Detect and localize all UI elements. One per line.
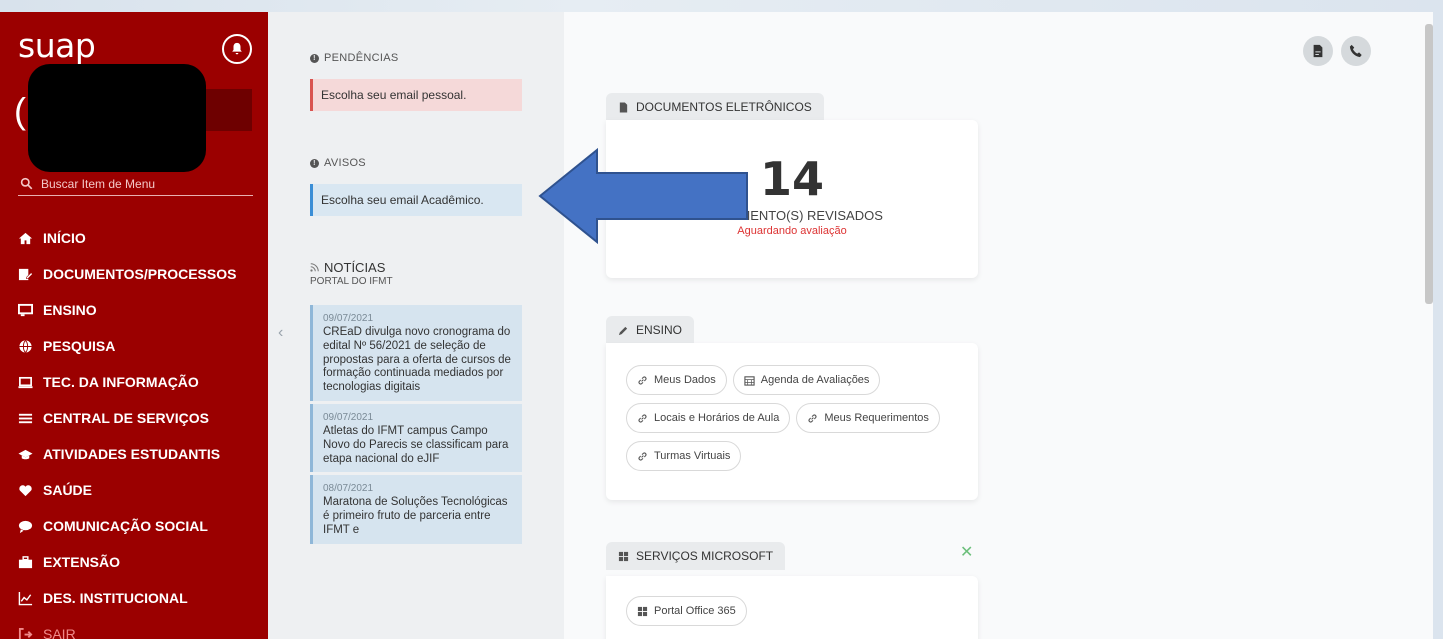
sidebar-item-comunicacao-social[interactable]: COMUNICAÇÃO SOCIAL (0, 508, 268, 544)
collapse-sidebar-chevron-icon[interactable]: ‹ (278, 324, 283, 342)
ensino-links: Meus Dados Agenda de Avaliações Locais e… (626, 365, 966, 471)
locais-horarios-link[interactable]: Locais e Horários de Aula (626, 403, 791, 433)
exclamation-icon: ! (310, 53, 319, 63)
sidebar-item-atividades-estudantis[interactable]: ATIVIDADES ESTUDANTIS (0, 436, 268, 472)
sign-out-icon (18, 627, 33, 639)
avisos-heading: ! AVISOS (310, 157, 366, 169)
notifications-bell-icon[interactable] (222, 34, 252, 64)
noticias-subtitle: PORTAL DO IFMT (310, 276, 393, 287)
close-icon[interactable]: ✕ (960, 542, 973, 562)
scrollbar[interactable] (1425, 24, 1433, 304)
laptop-icon (18, 375, 33, 390)
agenda-avaliacoes-link[interactable]: Agenda de Avaliações (732, 365, 881, 395)
sidebar-item-extensao[interactable]: EXTENSÃO (0, 544, 268, 580)
turmas-virtuais-link[interactable]: Turmas Virtuais (626, 441, 742, 471)
sidebar-item-inicio[interactable]: INÍCIO (0, 220, 268, 256)
news-title: CREaD divulga novo cronograma do edital … (323, 326, 511, 394)
news-list: 09/07/2021 CREaD divulga novo cronograma… (310, 305, 522, 547)
menu-search (18, 172, 253, 196)
sidebar-item-label: CENTRAL DE SERVIÇOS (43, 410, 209, 426)
sidebar-item-label: SAIR (43, 626, 76, 639)
sidebar-item-tec-informacao[interactable]: TEC. DA INFORMAÇÃO (0, 364, 268, 400)
tab-ensino: ENSINO (606, 316, 695, 344)
phone-icon[interactable] (1341, 36, 1371, 66)
search-icon (20, 177, 33, 190)
chalkboard-icon (18, 303, 33, 318)
link-icon (638, 451, 647, 461)
microsoft-card: Portal Office 365 (606, 576, 978, 639)
pendencias-heading: ! PENDÊNCIAS (310, 52, 399, 64)
aviso-item[interactable]: Escolha seu email Acadêmico. (310, 184, 522, 216)
search-input[interactable] (41, 176, 241, 191)
sidebar-item-label: PESQUISA (43, 338, 116, 354)
link-icon (638, 413, 647, 423)
document-icon (619, 101, 628, 113)
portal-office-link[interactable]: Portal Office 365 (626, 596, 747, 626)
news-title: Atletas do IFMT campus Campo Novo do Par… (323, 424, 509, 465)
windows-icon (637, 606, 648, 616)
home-icon (18, 231, 33, 246)
top-actions (1303, 36, 1371, 66)
edit-document-icon (18, 267, 33, 282)
sidebar-item-pesquisa[interactable]: PESQUISA (0, 328, 268, 364)
graduation-cap-icon (18, 447, 33, 462)
rss-icon (310, 263, 319, 272)
brand-logo[interactable]: suap (18, 26, 96, 65)
sidebar-item-ensino[interactable]: ENSINO (0, 292, 268, 328)
sidebar-item-documentos[interactable]: DOCUMENTOS/PROCESSOS (0, 256, 268, 292)
noticias-heading: NOTÍCIAS PORTAL DO IFMT (310, 260, 393, 287)
news-date: 09/07/2021 (323, 313, 374, 324)
link-icon (638, 375, 647, 385)
sidebar-item-saude[interactable]: SAÚDE (0, 472, 268, 508)
news-item[interactable]: 09/07/2021 CREaD divulga novo cronograma… (310, 305, 522, 401)
exclamation-icon: ! (310, 158, 319, 168)
sidebar-item-label: ENSINO (43, 302, 97, 318)
news-date: 09/07/2021 (323, 411, 374, 423)
sidebar-item-label: DES. INSTITUCIONAL (43, 590, 188, 606)
tab-documentos-eletronicos: DOCUMENTOS ELETRÔNICOS (606, 93, 824, 121)
pencil-icon (618, 326, 628, 335)
sidebar: suap ( INÍCIO DOCUMENTOS/PROCESSOS ENSIN… (0, 12, 268, 639)
user-info-box[interactable] (205, 89, 252, 131)
sidebar-item-label: COMUNICAÇÃO SOCIAL (43, 518, 208, 534)
link-icon (808, 413, 817, 423)
sidebar-item-label: SAÚDE (43, 482, 93, 498)
briefcase-icon (18, 555, 33, 570)
meus-dados-link[interactable]: Meus Dados (626, 365, 727, 395)
annotation-arrow (538, 147, 748, 245)
sidebar-item-des-institucional[interactable]: DES. INSTITUCIONAL (0, 580, 268, 616)
heart-icon (18, 483, 33, 498)
news-item[interactable]: 09/07/2021 Atletas do IFMT campus Campo … (310, 403, 522, 473)
chart-icon (18, 591, 33, 606)
sidebar-item-central-servicos[interactable]: CENTRAL DE SERVIÇOS (0, 400, 268, 436)
ensino-card: Meus Dados Agenda de Avaliações Locais e… (606, 343, 978, 500)
sidebar-item-label: EXTENSÃO (43, 554, 121, 570)
notices-column: ‹ ! PENDÊNCIAS Escolha seu email pessoal… (268, 12, 564, 639)
redacted-user-info (28, 64, 206, 172)
news-item[interactable]: 08/07/2021 Maratona de Soluções Tecnológ… (310, 475, 522, 544)
pendencia-item[interactable]: Escolha seu email pessoal. (310, 79, 522, 111)
sidebar-item-label: INÍCIO (43, 230, 86, 246)
noticias-title: NOTÍCIAS (324, 260, 386, 275)
sidebar-item-label: TEC. DA INFORMAÇÃO (43, 374, 199, 390)
main-menu: INÍCIO DOCUMENTOS/PROCESSOS ENSINO PESQU… (0, 220, 268, 639)
tab-servicos-microsoft: SERVIÇOS MICROSOFT (606, 542, 786, 570)
pdf-document-icon[interactable] (1303, 36, 1333, 66)
list-icon (18, 411, 33, 426)
main-content: DOCUMENTOS ELETRÔNICOS 14 DOCUMENTO(S) R… (564, 12, 1433, 639)
avatar-edge: ( (14, 90, 26, 131)
globe-icon (18, 339, 33, 354)
calendar-icon (744, 375, 755, 386)
sidebar-item-label: ATIVIDADES ESTUDANTIS (43, 446, 221, 462)
windows-icon (618, 551, 629, 561)
sidebar-item-sair[interactable]: SAIR (0, 616, 268, 639)
sidebar-item-label: DOCUMENTOS/PROCESSOS (43, 266, 237, 282)
news-date: 08/07/2021 (323, 483, 374, 495)
meus-requerimentos-link[interactable]: Meus Requerimentos (796, 403, 940, 433)
news-title: Maratona de Soluções Tecnológicas é prim… (323, 496, 508, 536)
comment-icon (18, 519, 33, 534)
